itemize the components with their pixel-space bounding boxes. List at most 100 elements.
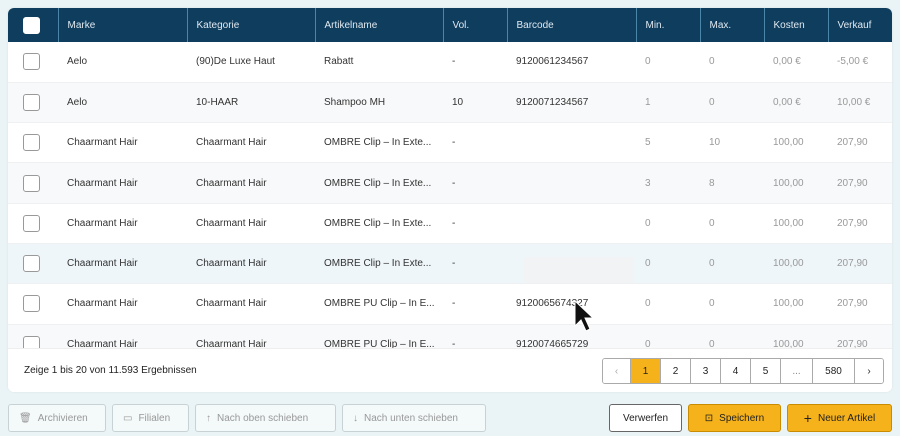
cell-verkauf: 207,90: [828, 203, 892, 244]
cell-artikelname: OMBRE PU Clip – In E...: [315, 283, 443, 325]
cell-max: 0: [700, 243, 764, 285]
arrow-up-icon: ↑: [206, 412, 211, 424]
cell-min: 0: [636, 283, 700, 325]
cell-kategorie: Chaarmant Hair: [187, 324, 315, 348]
cell-marke: Aelo: [58, 42, 187, 83]
table-row[interactable]: Chaarmant Hair Chaarmant Hair OMBRE Clip –…: [8, 243, 892, 285]
cell-kosten: 0,00 €: [764, 42, 828, 83]
cell-kategorie: Chaarmant Hair: [187, 283, 315, 325]
select-all-checkbox[interactable]: [23, 16, 40, 34]
save-icon: ⊡: [704, 412, 714, 424]
page-1-button[interactable]: 1: [631, 359, 661, 383]
cell-max: 8: [700, 162, 764, 204]
cell-vol: -: [443, 203, 507, 244]
row-select: [8, 283, 58, 325]
column-header[interactable]: Verkauf: [828, 8, 892, 42]
new-article-button[interactable]: + Neuer Artikel: [787, 404, 892, 432]
page-580-button[interactable]: 580: [813, 359, 855, 383]
cell-vol: -: [443, 243, 507, 285]
cell-kategorie: 10-HAAR: [187, 82, 315, 124]
cell-vol: -: [443, 162, 507, 204]
articles-table: Marke Kategorie Artikelname Vol. Barcode Min.…: [8, 8, 892, 348]
row-checkbox[interactable]: [23, 53, 40, 71]
column-header[interactable]: Max.: [700, 8, 765, 42]
cell-verkauf: 207,90: [828, 243, 892, 285]
archive-button[interactable]: 🗑 Archivieren: [8, 404, 106, 432]
column-header[interactable]: Vol.: [443, 8, 508, 42]
archive-icon: 🗑: [19, 412, 32, 424]
cell-artikelname: OMBRE Clip – In Exte...: [315, 122, 443, 164]
row-checkbox[interactable]: [23, 134, 40, 152]
row-checkbox[interactable]: [23, 255, 40, 273]
pagination: ‹ 1 2 3 4 5 ... 580 ›: [602, 358, 884, 384]
table-row[interactable]: Aelo 10-HAAR Shampoo MH 10 9120071234567 1 0 0,…: [8, 82, 892, 124]
cell-kategorie: (90)De Luxe Haut: [187, 42, 315, 83]
cell-min: 0: [636, 324, 700, 348]
column-header[interactable]: Min.: [636, 8, 701, 42]
column-header[interactable]: Kosten: [764, 8, 829, 42]
column-header[interactable]: Marke: [58, 8, 188, 42]
row-checkbox[interactable]: [23, 295, 40, 313]
row-select: [8, 324, 58, 348]
column-header[interactable]: Artikelname: [315, 8, 444, 42]
table-row[interactable]: Aelo (90)De Luxe Haut Rabatt -9120061234567…: [8, 42, 892, 83]
cell-marke: Chaarmant Hair: [58, 162, 187, 204]
table-row[interactable]: Chaarmant Hair Chaarmant Hair OMBRE PU Cli…: [8, 324, 892, 348]
row-checkbox[interactable]: [23, 335, 40, 348]
cell-artikelname: Rabatt: [315, 42, 443, 83]
cell-vol: 10: [443, 82, 507, 124]
cell-barcode: 9120071234567: [507, 82, 636, 124]
barcode-placeholder: [524, 257, 634, 283]
cell-kosten: 100,00: [764, 243, 828, 285]
cell-min: 0: [636, 203, 700, 244]
cell-verkauf: 207,90: [828, 122, 892, 164]
page-ellipsis: ...: [781, 359, 813, 383]
cell-verkauf: -5,00 €: [828, 42, 892, 83]
discard-button[interactable]: Verwerfen: [609, 404, 682, 432]
column-header[interactable]: Kategorie: [187, 8, 316, 42]
table-footer: Zeige 1 bis 20 von 11.593 Ergebnissen ‹ …: [8, 348, 892, 392]
cell-barcode: [507, 162, 636, 204]
prev-page-button[interactable]: ‹: [603, 359, 631, 383]
row-select: [8, 243, 58, 285]
cell-artikelname: OMBRE Clip – In Exte...: [315, 162, 443, 204]
save-button[interactable]: ⊡ Speichern: [688, 404, 781, 432]
branches-button[interactable]: ▭ Filialen: [112, 404, 189, 432]
cell-max: 0: [700, 82, 764, 124]
move-down-button[interactable]: ↓ Nach unten schieben: [342, 404, 486, 432]
cell-min: 5: [636, 122, 700, 164]
column-header[interactable]: Barcode: [507, 8, 637, 42]
cell-kosten: 100,00: [764, 203, 828, 244]
row-checkbox[interactable]: [23, 93, 40, 111]
result-count: Zeige 1 bis 20 von 11.593 Ergebnissen: [24, 365, 197, 376]
cell-kosten: 100,00: [764, 162, 828, 204]
row-checkbox[interactable]: [23, 214, 40, 232]
move-up-button[interactable]: ↑ Nach oben schieben: [195, 404, 336, 432]
cell-kategorie: Chaarmant Hair: [187, 243, 315, 285]
row-select: [8, 42, 58, 83]
cell-barcode: [507, 122, 636, 164]
cell-barcode: 9120074665729: [507, 324, 636, 348]
row-checkbox[interactable]: [23, 174, 40, 192]
cell-barcode: 9120065674327: [507, 283, 636, 325]
cell-marke: Chaarmant Hair: [58, 324, 187, 348]
cell-verkauf: 10,00 €: [828, 82, 892, 124]
select-all-header: [8, 8, 59, 42]
cell-min: 0: [636, 243, 700, 285]
clipboard-icon: ▭: [123, 412, 133, 424]
cell-verkauf: 207,90: [828, 324, 892, 348]
page-4-button[interactable]: 4: [721, 359, 751, 383]
table-row[interactable]: Chaarmant Hair Chaarmant Hair OMBRE Clip –…: [8, 203, 892, 244]
row-select: [8, 203, 58, 244]
cell-kosten: 100,00: [764, 283, 828, 325]
page-3-button[interactable]: 3: [691, 359, 721, 383]
row-select: [8, 162, 58, 204]
cell-vol: -: [443, 324, 507, 348]
cell-barcode: [507, 203, 636, 244]
page-5-button[interactable]: 5: [751, 359, 781, 383]
table-row[interactable]: Chaarmant Hair Chaarmant Hair OMBRE Clip –…: [8, 162, 892, 204]
page-2-button[interactable]: 2: [661, 359, 691, 383]
next-page-button[interactable]: ›: [855, 359, 883, 383]
table-row[interactable]: Chaarmant Hair Chaarmant Hair OMBRE Clip –…: [8, 122, 892, 164]
table-row[interactable]: Chaarmant Hair Chaarmant Hair OMBRE PU Cli…: [8, 283, 892, 325]
